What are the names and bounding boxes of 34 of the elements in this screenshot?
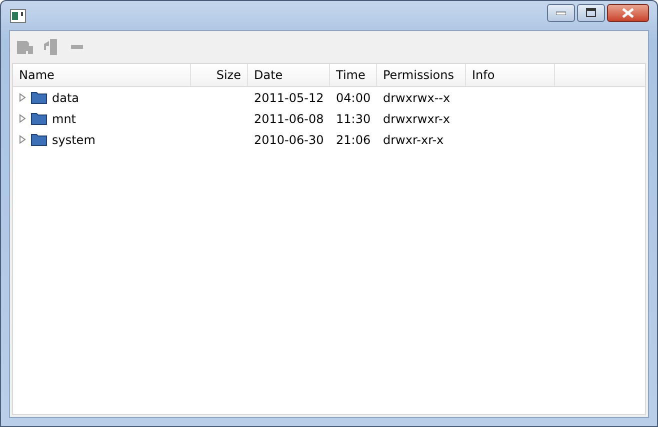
table-cell: 2010-06-30 <box>254 132 324 146</box>
table-cell: drwxr-xr-x <box>383 132 444 146</box>
device-icon <box>43 38 59 56</box>
folder-icon <box>31 133 47 146</box>
minimize-icon <box>556 10 566 14</box>
expand-arrow-icon[interactable] <box>19 93 26 102</box>
table-cell: drwxrwx--x <box>383 90 450 104</box>
file-name: data <box>52 90 80 104</box>
close-icon <box>622 8 634 18</box>
minimize-button[interactable] <box>547 4 575 22</box>
table-cell: 2011-06-08 <box>254 112 324 126</box>
expand-arrow-icon[interactable] <box>19 114 26 123</box>
folder-icon <box>31 112 47 125</box>
maximize-button[interactable] <box>577 4 605 22</box>
minus-icon <box>71 45 83 49</box>
folder-icon <box>31 91 47 104</box>
column-header[interactable]: Permissions <box>377 64 466 86</box>
column-header[interactable]: Size <box>191 64 248 86</box>
table-cell: 21:06 <box>336 132 371 146</box>
column-header[interactable]: Time <box>330 64 377 86</box>
app-icon <box>10 8 26 22</box>
table-cell: 04:00 <box>336 90 371 104</box>
file-name: mnt <box>52 112 76 126</box>
column-header[interactable]: Date <box>248 64 330 86</box>
expand-arrow-icon[interactable] <box>19 135 26 144</box>
table-cell: drwxrwxr-x <box>383 112 450 126</box>
table-cell: 11:30 <box>336 112 371 126</box>
table-cell: 2011-05-12 <box>254 90 324 104</box>
column-header[interactable]: Info <box>466 64 555 86</box>
close-button[interactable] <box>607 4 649 22</box>
column-header[interactable]: Name <box>13 64 191 86</box>
maximize-icon <box>586 8 596 17</box>
save-icon <box>16 39 34 55</box>
file-name: system <box>52 132 96 146</box>
